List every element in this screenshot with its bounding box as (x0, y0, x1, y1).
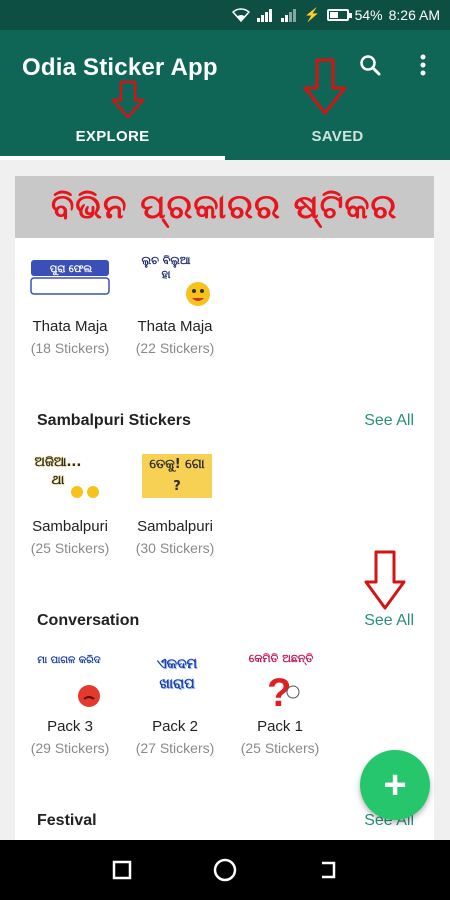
sticker-thumb-text: ଏକଦମ ଖାରାପ (156, 656, 198, 692)
tab-explore[interactable]: EXPLORE (0, 112, 225, 160)
sticker-thumbnail: ? କେମିତି ଅଛନ୍ତି (235, 648, 325, 715)
sticker-thumb-text: ମା ପାଗଳ କରିଦ (37, 655, 101, 666)
recents-icon[interactable] (102, 850, 142, 890)
sticker-thumbnail: ତେକୁ! ଗୋ ? (130, 448, 220, 510)
section-title: Sambalpuri Stickers (37, 412, 191, 429)
see-all-button[interactable]: See All (364, 412, 414, 430)
sticker-thumbnail: ଅଜିଆ... ଥା (25, 448, 115, 510)
see-all-button[interactable]: See All (364, 612, 414, 630)
sticker-thumb-text: ପୁରା ଫେଲ ମିହୁଆପି ଗ... (44, 264, 98, 291)
pack-name: Thata Maja (137, 318, 213, 335)
pack-count: (22 Stickers) (135, 340, 215, 356)
system-nav-bar (0, 840, 450, 900)
section-title: Festival (37, 812, 97, 829)
app-title: Odia Sticker App (22, 54, 218, 81)
sticker-thumb-text: କେମିତି ଅଛନ୍ତି (248, 652, 314, 665)
battery-icon (326, 9, 352, 21)
sticker-thumb-text: ଲୁଚ ବିଲୁଆ ହା (141, 254, 191, 281)
sticker-thumb-text: ତେକୁ! ଗୋ ? (142, 454, 212, 498)
annotation-arrow-icon (364, 550, 406, 610)
pack-count: (27 Stickers) (135, 740, 215, 756)
sticker-thumb-text: ଅଜିଆ... ଥା (34, 455, 82, 488)
signal-icon-2 (281, 9, 297, 22)
tab-saved[interactable]: SAVED (225, 112, 450, 160)
signal-icon (257, 9, 273, 22)
sticker-pack[interactable]: ଏକଦମ ଖାରାପ Pack 2 (27 Stickers) (125, 648, 225, 756)
tab-indicator (0, 156, 225, 160)
sticker-thumbnail: ମା ପାଗଳ କରିଦ (25, 648, 115, 710)
section-title: Conversation (37, 612, 140, 629)
sticker-pack[interactable]: ଲୁଚ ବିଲୁଆ ହା Thata Maja (22 Stickers) (125, 248, 225, 356)
sticker-pack[interactable]: ଅଜିଆ... ଥା Sambalpuri (25 Stickers) (20, 448, 120, 556)
sticker-pack[interactable]: ପୁରା ଫେଲ ମିହୁଆପି ଗ... Thata Maja (18 Sti… (20, 248, 120, 356)
pack-name: Pack 1 (257, 718, 303, 735)
pack-name: Pack 2 (152, 718, 198, 735)
clock: 8:26 AM (388, 7, 440, 23)
annotation-arrow-icon (303, 58, 347, 115)
sticker-pack[interactable]: ? କେମିତି ଅଛନ୍ତି Pack 1 (25 Stickers) (230, 648, 330, 756)
pack-count: (30 Stickers) (135, 540, 215, 556)
more-options-icon[interactable] (408, 50, 438, 80)
sticker-pack[interactable]: ମା ପାଗଳ କରିଦ Pack 3 (29 Stickers) (20, 648, 120, 756)
app-bar: Odia Sticker App EXPLORE SAVED (0, 30, 450, 160)
pack-name: Sambalpuri (137, 518, 213, 535)
wifi-icon (232, 8, 251, 22)
pack-name: Thata Maja (32, 318, 108, 335)
sticker-pack[interactable]: ତେକୁ! ଗୋ ? Sambalpuri (30 Stickers) (125, 448, 225, 556)
sticker-thumbnail: ପୁରା ଫେଲ ମିହୁଆପି ଗ... (25, 248, 115, 310)
sticker-list[interactable]: ବିଭିନ ପ୍ରକାରର ଷ୍ଟିକର ପୁରା ଫେଲ ମିହୁଆପି ଗ.… (15, 176, 434, 840)
sticker-thumbnail: ଲୁଚ ବିଲୁଆ ହା (130, 248, 220, 310)
pack-name: Pack 3 (47, 718, 93, 735)
banner: ବିଭିନ ପ୍ରକାରର ଷ୍ଟିକର (15, 176, 434, 238)
pack-count: (29 Stickers) (30, 740, 110, 756)
add-button[interactable]: + (360, 750, 430, 820)
back-icon[interactable] (308, 850, 348, 890)
banner-text: ବିଭିନ ପ୍ରକାରର ଷ୍ଟିକର (51, 187, 398, 227)
charging-icon: ⚡ (304, 7, 321, 22)
search-icon[interactable] (355, 50, 385, 80)
pack-name: Sambalpuri (32, 518, 108, 535)
sticker-thumbnail: ଏକଦମ ଖାରାପ (130, 648, 220, 710)
status-bar: ⚡ 54% 8:26 AM (0, 0, 450, 30)
pack-count: (25 Stickers) (240, 740, 320, 756)
pack-count: (18 Stickers) (30, 340, 110, 356)
home-icon[interactable] (205, 850, 245, 890)
battery-percent: 54% (354, 7, 383, 23)
pack-count: (25 Stickers) (30, 540, 110, 556)
